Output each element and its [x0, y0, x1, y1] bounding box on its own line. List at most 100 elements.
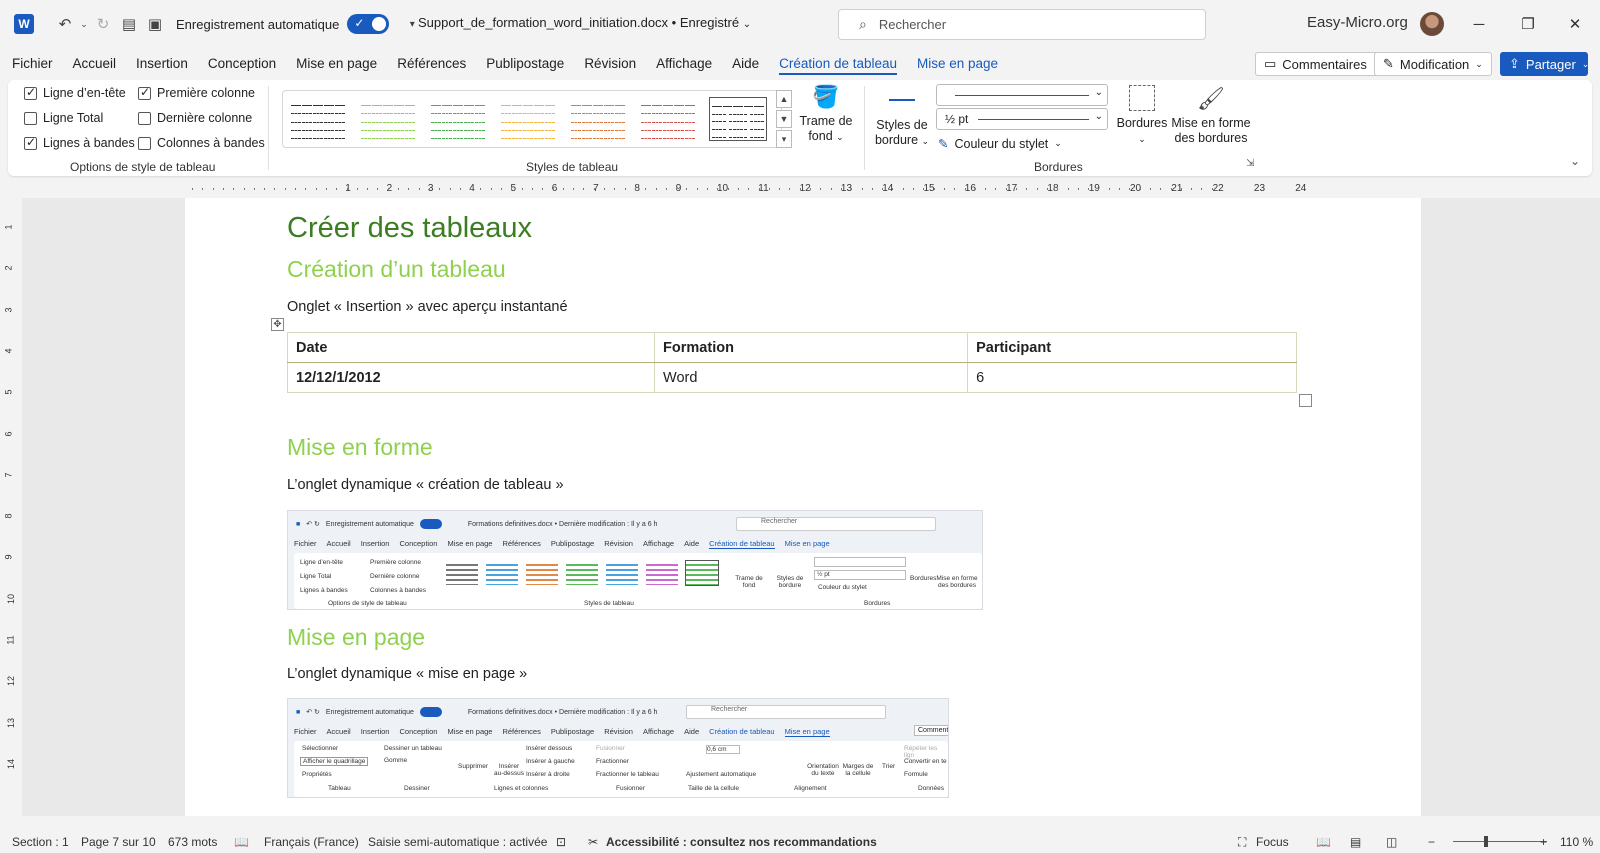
comments-button[interactable]: ▭ Commentaires: [1255, 52, 1393, 76]
border-styles-button[interactable]: Styles de bordure ⌄: [872, 86, 932, 149]
banded-columns-checkbox[interactable]: Colonnes à bandes: [138, 136, 265, 150]
gallery-scroll-down-icon[interactable]: ▼: [776, 110, 792, 128]
zoom-level[interactable]: 110 %: [1560, 835, 1593, 849]
table-style-swatch[interactable]: [289, 97, 347, 141]
status-autocomplete[interactable]: Saisie semi-automatique : activée: [368, 835, 547, 849]
tab-publipostage[interactable]: Publipostage: [476, 48, 574, 78]
table-cell[interactable]: Word: [654, 362, 969, 393]
ruler-tick: [665, 188, 667, 190]
swatch-cell: [545, 124, 555, 131]
table-cell[interactable]: Formation: [654, 332, 969, 363]
checkbox[interactable]: [138, 111, 151, 125]
table-style-swatch[interactable]: [639, 97, 697, 141]
checkbox[interactable]: [24, 85, 37, 100]
line-weight-dropdown[interactable]: ½ pt ⌄: [936, 108, 1108, 130]
search-input[interactable]: ⌕ Rechercher: [838, 9, 1206, 40]
close-icon[interactable]: ✕: [1560, 10, 1590, 38]
redo-icon[interactable]: ↻: [90, 11, 116, 37]
focus-button[interactable]: Focus: [1256, 835, 1289, 849]
swatch-cell: [512, 115, 522, 123]
status-page[interactable]: Page 7 sur 10: [81, 835, 156, 849]
embedded-screenshot-creation-tableau[interactable]: ■ ↶ ↻ Enregistrement automatique Formati…: [287, 510, 983, 610]
spelling-check-icon[interactable]: 📖: [234, 835, 249, 849]
table-cell[interactable]: Date: [286, 332, 656, 363]
print-layout-icon[interactable]: ▤: [1350, 835, 1361, 849]
table-move-handle-icon[interactable]: ✥: [271, 318, 284, 331]
first-column-checkbox[interactable]: Première colonne: [138, 85, 255, 100]
shading-button[interactable]: 🪣 Trame de fond ⌄: [794, 82, 858, 145]
minimize-icon[interactable]: ─: [1464, 10, 1494, 38]
last-column-checkbox[interactable]: Dernière colonne: [138, 111, 252, 125]
tab-creation-de-tableau[interactable]: Création de tableau: [769, 48, 907, 78]
tab-revision[interactable]: Révision: [574, 48, 646, 78]
table-style-swatch[interactable]: [569, 97, 627, 141]
checkbox[interactable]: [24, 111, 37, 125]
document-page[interactable]: Créer des tableaux Création d’un tableau…: [185, 198, 1421, 816]
table-style-swatch[interactable]: [429, 97, 487, 141]
undo-dropdown-icon[interactable]: ⌄: [78, 11, 90, 37]
header-row-checkbox[interactable]: Ligne d’en-tête: [24, 85, 126, 100]
swatch-cell: [383, 124, 393, 131]
undo-icon[interactable]: ↶: [52, 11, 78, 37]
table-resize-handle[interactable]: [1299, 394, 1312, 407]
total-row-checkbox[interactable]: Ligne Total: [24, 111, 103, 125]
ruler-track: 1 2 3 4 5 6 7 8 9 10 11 12 13 14 15 16 17 18 19 20 21 22 23 24: [184, 183, 1420, 195]
border-painter-button[interactable]: 🖌 Mise en forme des bordures: [1168, 84, 1254, 146]
embedded-screenshot-mise-en-page[interactable]: ■ ↶ ↻ Enregistrement automatique Formati…: [287, 698, 949, 798]
horizontal-ruler[interactable]: 1 2 3 4 5 6 7 8 9 10 11 12 13 14 15 16 17 18 19 20 21 22 23 24: [0, 178, 1600, 198]
tab-accueil[interactable]: Accueil: [63, 48, 127, 78]
gallery-scroll-up-icon[interactable]: ▲: [776, 90, 792, 108]
status-accessibility[interactable]: Accessibilité : consultez nos recommanda…: [606, 835, 877, 849]
zoom-in-icon[interactable]: +: [1540, 835, 1547, 849]
zoom-slider[interactable]: [1453, 841, 1547, 842]
editing-mode-button[interactable]: ✎ Modification ⌄: [1374, 52, 1492, 76]
autosave-toggle[interactable]: ✓: [347, 14, 390, 34]
read-mode-icon[interactable]: 📖: [1316, 835, 1331, 849]
macro-icon[interactable]: ⊡: [556, 835, 566, 849]
avatar[interactable]: [1420, 12, 1444, 36]
tab-table-layout[interactable]: Mise en page: [907, 48, 1008, 78]
table-style-swatch[interactable]: [359, 97, 417, 141]
checkbox[interactable]: [138, 85, 151, 100]
tab-aide[interactable]: Aide: [722, 48, 769, 78]
web-layout-icon[interactable]: ◫: [1386, 835, 1397, 849]
zoom-slider-thumb[interactable]: [1484, 836, 1488, 847]
dialog-launcher-icon[interactable]: ⇲: [1246, 158, 1254, 169]
pen-color-button[interactable]: ✎ Couleur du stylet ⌄: [938, 136, 1062, 152]
document-title[interactable]: Support_de_formation_word_initiation.doc…: [418, 15, 751, 30]
tab-conception[interactable]: Conception: [198, 48, 286, 78]
banded-rows-checkbox[interactable]: Lignes à bandes: [24, 135, 135, 150]
table-style-swatch[interactable]: [709, 97, 767, 141]
tab-fichier[interactable]: Fichier: [0, 48, 63, 78]
status-word-count[interactable]: 673 mots: [168, 835, 217, 849]
tab-insertion[interactable]: Insertion: [126, 48, 198, 78]
table-cell[interactable]: 12/12/1/2012: [286, 362, 656, 393]
mini-line-style: [814, 557, 906, 567]
status-language[interactable]: Français (France): [264, 835, 359, 849]
table-style-swatch[interactable]: [499, 97, 557, 141]
swatch-cell: [431, 124, 441, 131]
checkbox[interactable]: [24, 135, 37, 150]
swatch-cell: [475, 115, 485, 123]
checkbox[interactable]: [138, 136, 151, 150]
collapse-ribbon-icon[interactable]: ⌄: [1570, 154, 1580, 168]
table-cell[interactable]: 6: [967, 362, 1297, 393]
save-icon[interactable]: ▣: [142, 11, 168, 37]
tab-affichage[interactable]: Affichage: [646, 48, 722, 78]
ruler-tick: [1077, 188, 1079, 190]
print-preview-icon[interactable]: ▤: [116, 11, 142, 37]
tab-mise-en-page[interactable]: Mise en page: [286, 48, 387, 78]
document-table[interactable]: Date Formation Participant 12/12/1/2012 …: [286, 332, 1297, 393]
line-style-dropdown[interactable]: ⌄: [936, 84, 1108, 106]
borders-button[interactable]: Bordures ⌄: [1114, 84, 1170, 147]
restore-icon[interactable]: ❐: [1513, 10, 1543, 38]
status-section[interactable]: Section : 1: [12, 835, 69, 849]
swatch-cell: [534, 132, 544, 139]
zoom-out-icon[interactable]: −: [1428, 835, 1435, 849]
gallery-expand-icon[interactable]: ▾: [776, 130, 792, 148]
tab-references[interactable]: Références: [387, 48, 476, 78]
share-button[interactable]: ⇪ Partager ⌄: [1500, 52, 1589, 76]
vertical-ruler[interactable]: 1 2 3 4 5 6 7 8 9 10 11 12 13 14: [0, 198, 20, 816]
table-cell[interactable]: Participant: [967, 332, 1297, 363]
account-name[interactable]: Easy-Micro.org: [1307, 14, 1408, 31]
